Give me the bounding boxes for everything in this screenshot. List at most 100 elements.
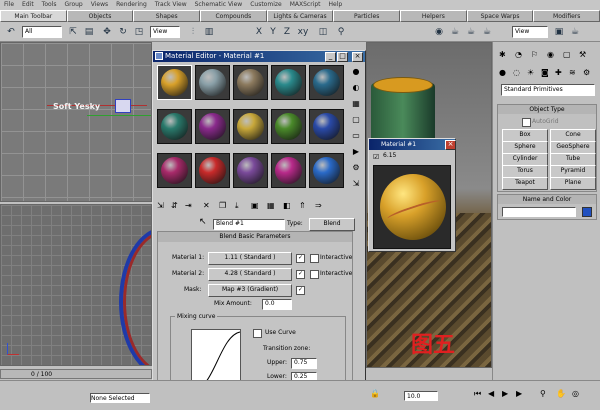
make-preview-icon[interactable]: ▶ (349, 145, 363, 159)
link-icon[interactable]: ⚲ (334, 25, 348, 39)
maximize-icon[interactable]: □ (337, 52, 348, 62)
quick-render-icon[interactable]: ☕ (464, 25, 478, 39)
effects-channel-icon[interactable]: ▣ (251, 201, 259, 210)
select-by-name-icon[interactable]: ▤ (82, 25, 96, 39)
menu-item[interactable]: Edit (22, 0, 34, 10)
view-icon[interactable]: ▣ (552, 25, 566, 39)
close-icon[interactable]: × (352, 52, 363, 62)
mask-enable-checkbox[interactable]: ✓ (296, 286, 305, 295)
quick-render-2-icon[interactable]: ☕ (568, 25, 582, 39)
put-to-library-icon[interactable]: ⤓ (235, 201, 239, 211)
show-end-result-icon[interactable]: ◧ (283, 201, 291, 210)
rollout-title[interactable]: Blend Basic Parameters (158, 232, 352, 242)
get-material-icon[interactable]: ⇲ (157, 201, 164, 210)
sample-slot[interactable] (271, 153, 306, 188)
use-curve-checkbox[interactable] (253, 329, 262, 338)
lights-icon[interactable]: ☀ (527, 68, 534, 77)
material2-interactive-radio[interactable] (310, 270, 319, 279)
lock-icon[interactable]: 🔒 (370, 389, 380, 398)
sample-slot[interactable] (157, 65, 192, 100)
snap-icon[interactable]: ◫ (316, 25, 330, 39)
render-last-icon[interactable]: ☕ (480, 25, 494, 39)
minimize-icon[interactable]: _ (325, 52, 336, 62)
toolbar-tab[interactable]: Lights & Cameras (266, 10, 334, 22)
next-frame-icon[interactable]: ▶ (516, 389, 522, 398)
motion-tab-icon[interactable]: ◉ (547, 50, 554, 59)
previous-frame-icon[interactable]: ◀ (488, 389, 494, 398)
systems-icon[interactable]: ⚙ (583, 68, 590, 77)
sample-slot[interactable] (233, 153, 268, 188)
coord-system-dropdown[interactable]: View (150, 26, 180, 38)
align-icon[interactable]: ▥ (202, 25, 216, 39)
mask-button[interactable]: Map #3 (Gradient) (208, 284, 292, 297)
sample-type-icon[interactable]: ● (349, 65, 363, 79)
object-name-field[interactable] (502, 207, 576, 217)
toolbar-tab[interactable]: Main Toolbar (0, 10, 67, 22)
zoom-icon[interactable]: ⚲ (540, 389, 546, 398)
sample-slot[interactable] (309, 109, 344, 144)
utilities-tab-icon[interactable]: ⚒ (579, 50, 586, 59)
sample-slot[interactable] (195, 65, 230, 100)
transform-z-icon[interactable]: Z (280, 25, 294, 39)
menu-item[interactable]: Customize (250, 0, 282, 10)
toolbar-tab[interactable]: Modifiers (533, 10, 600, 22)
show-map-icon[interactable]: ▦ (267, 201, 275, 210)
shapes-icon[interactable]: ◌ (513, 68, 520, 77)
geometry-icon[interactable]: ● (499, 68, 506, 77)
display-tab-icon[interactable]: ▢ (563, 50, 571, 59)
menu-item[interactable]: Rendering (116, 0, 147, 10)
sample-slot[interactable] (233, 109, 268, 144)
menu-item[interactable]: Track View (155, 0, 187, 10)
material-editor-window[interactable]: Material Editor - Material #1 _ □ × ● ◐ … (152, 50, 366, 408)
menu-item[interactable]: Help (329, 0, 343, 10)
go-to-start-icon[interactable]: ⏮ (474, 389, 481, 399)
hierarchy-tab-icon[interactable]: ⚐ (531, 50, 538, 59)
spacewarps-icon[interactable]: ≋ (569, 68, 576, 77)
transform-y-icon[interactable]: Y (266, 25, 280, 39)
transform-xy-icon[interactable]: xy (296, 25, 310, 39)
camera-object[interactable] (115, 99, 131, 113)
sample-slot[interactable] (233, 65, 268, 100)
material2-button[interactable]: 4.28 ( Standard ) (208, 268, 292, 281)
toolbar-tab[interactable]: Helpers (400, 10, 467, 22)
material-preview-window[interactable]: Material #1 × ☑ 6.15 (368, 138, 456, 252)
go-to-parent-icon[interactable]: ⇑ (299, 201, 306, 210)
go-forward-icon[interactable]: ⇒ (315, 201, 322, 210)
selection-filter-dropdown[interactable]: All (22, 26, 62, 38)
backlight-icon[interactable]: ◐ (349, 81, 363, 95)
menu-item[interactable]: Views (91, 0, 108, 10)
material2-enable-checkbox[interactable]: ✓ (296, 270, 305, 279)
toolbar-tab[interactable]: Particles (333, 10, 401, 22)
pan-icon[interactable]: ✋ (556, 389, 566, 398)
background-icon[interactable]: ▦ (349, 97, 363, 111)
options-icon[interactable]: ⚙ (349, 161, 363, 175)
render-scene-icon[interactable]: ☕ (448, 25, 462, 39)
frame-field[interactable]: 10.0 (404, 391, 438, 401)
sample-slot[interactable] (157, 109, 192, 144)
menu-item[interactable]: Schematic View (195, 0, 243, 10)
viewport-top[interactable]: Soft Yesky (0, 42, 152, 202)
create-tab-icon[interactable]: ✱ (499, 50, 506, 59)
sample-slot[interactable] (271, 109, 306, 144)
object-color-swatch[interactable] (582, 207, 592, 217)
object-type-button[interactable]: Teapot (502, 177, 548, 190)
toolbar-tab[interactable]: Compounds (200, 10, 267, 22)
mirror-icon[interactable]: ⫶ (186, 25, 200, 39)
pick-material-icon[interactable]: ↖ (199, 217, 207, 227)
sample-slot[interactable] (309, 153, 344, 188)
put-to-scene-icon[interactable]: ⇵ (171, 201, 178, 210)
scale-icon[interactable]: ◳ (132, 25, 146, 39)
make-copy-icon[interactable]: ❐ (219, 201, 226, 210)
material1-interactive-radio[interactable] (310, 254, 319, 263)
viewport-perspective[interactable] (0, 204, 152, 366)
checkbox-icon[interactable]: ☑ (373, 153, 381, 161)
menu-item[interactable]: MAXScript (290, 0, 321, 10)
time-slider[interactable]: 0 / 100 (0, 369, 152, 379)
play-icon[interactable]: ▶ (502, 389, 508, 398)
render-type-dropdown[interactable]: View (512, 26, 548, 38)
move-icon[interactable]: ✥ (100, 25, 114, 39)
transform-x-icon[interactable]: X (252, 25, 266, 39)
toolbar-tab[interactable]: Shapes (133, 10, 201, 22)
primitive-type-dropdown[interactable]: Standard Primitives (501, 84, 595, 96)
sample-slot[interactable] (309, 65, 344, 100)
